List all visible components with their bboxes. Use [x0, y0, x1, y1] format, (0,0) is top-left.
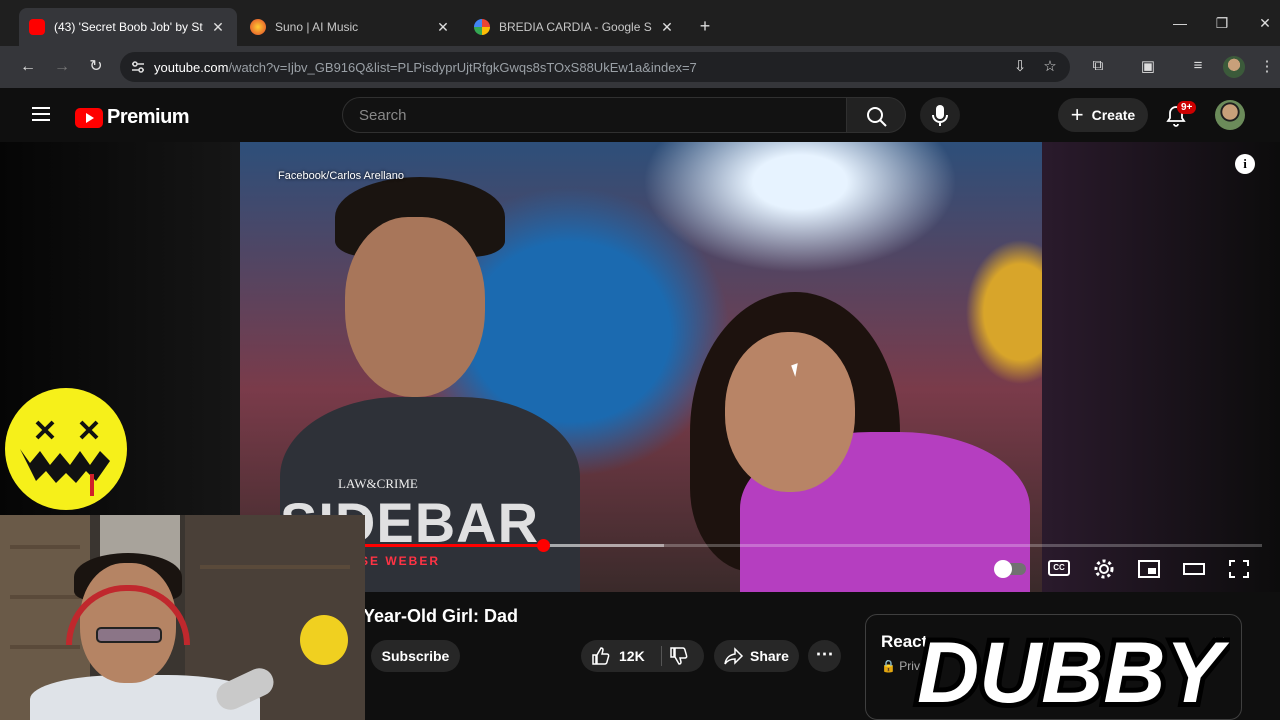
progress-scrubber[interactable]: [536, 539, 550, 552]
minimize-icon[interactable]: —: [1170, 15, 1190, 31]
youtube-logo[interactable]: Premium: [75, 106, 190, 129]
tab-title: (43) 'Secret Boob Job' by Stepd: [54, 20, 203, 34]
tab-youtube[interactable]: (43) 'Secret Boob Job' by Stepd ✕: [19, 8, 237, 46]
more-actions-icon[interactable]: ⋯: [808, 640, 841, 672]
theater-mode-icon[interactable]: [1182, 558, 1206, 580]
close-tab-icon[interactable]: ✕: [658, 19, 676, 36]
player-ambient-right: [1042, 142, 1280, 592]
media-controls-icon[interactable]: ≡: [1188, 57, 1208, 77]
tab-google-search[interactable]: BREDIA CARDIA - Google Search ✕: [464, 8, 686, 46]
suno-favicon-icon: [250, 19, 266, 35]
share-button[interactable]: Share: [714, 640, 799, 672]
fullscreen-icon[interactable]: [1227, 558, 1251, 580]
search-box: [342, 97, 847, 133]
google-favicon-icon: [474, 19, 490, 35]
close-tab-icon[interactable]: ✕: [209, 19, 227, 36]
new-tab-icon[interactable]: +: [695, 16, 715, 37]
youtube-header: Premium + Create 9+: [0, 88, 1280, 142]
back-icon[interactable]: ←: [17, 56, 39, 78]
progress-played: [365, 544, 543, 547]
browser-tab-strip: (43) 'Secret Boob Job' by Stepd ✕ Suno |…: [0, 0, 1280, 50]
plus-icon: +: [1070, 102, 1084, 127]
create-label: Create: [1091, 107, 1136, 123]
video-brand-host: SE WEBER: [360, 554, 441, 568]
progress-bar[interactable]: [365, 539, 1262, 552]
video-title: Year-Old Girl: Dad: [363, 606, 519, 626]
tab-title: BREDIA CARDIA - Google Search: [499, 20, 652, 34]
bookmark-star-icon[interactable]: ☆: [1040, 57, 1060, 77]
share-arrow-icon: [724, 647, 744, 665]
browser-toolbar: ← → ↻ youtube.com/watch?v=Ijbv_GB916Q&li…: [0, 46, 1280, 88]
search-icon: [867, 107, 887, 127]
like-dislike-group: 12K: [581, 640, 704, 672]
restore-icon[interactable]: ❐: [1212, 15, 1232, 32]
account-avatar[interactable]: [1215, 100, 1245, 130]
chrome-menu-icon[interactable]: ⋮: [1257, 57, 1277, 77]
search-input[interactable]: [359, 106, 846, 124]
notification-badge: 9+: [1177, 101, 1197, 114]
url-host: youtube.com: [154, 59, 229, 75]
youtube-favicon-icon: [29, 19, 45, 35]
search-button[interactable]: [846, 97, 906, 133]
url-path: /watch?v=Ijbv_GB916Q&list=PLPisdyprUjtRf…: [228, 59, 697, 75]
extensions-icon[interactable]: ⧉: [1088, 57, 1108, 77]
site-settings-icon[interactable]: [130, 59, 146, 75]
dubby-logo: DUBBY: [912, 620, 1230, 720]
microphone-icon: [932, 105, 948, 126]
reload-icon[interactable]: ↻: [85, 56, 107, 78]
subscribe-button[interactable]: Subscribe: [371, 640, 460, 672]
install-app-icon[interactable]: ⇩: [1010, 57, 1030, 77]
dubby-logo-text: DUBBY: [917, 625, 1229, 720]
tab-title: Suno | AI Music: [275, 20, 359, 34]
webcam-overlay: [0, 515, 365, 720]
video-person-girl: [680, 292, 1030, 592]
close-tab-icon[interactable]: ✕: [434, 19, 452, 36]
webcam-plush-toy: [300, 615, 348, 665]
like-thumb-icon[interactable]: [591, 646, 611, 666]
forward-icon[interactable]: →: [51, 56, 73, 78]
youtube-play-icon: [75, 107, 103, 128]
share-label: Share: [750, 648, 789, 664]
video-credit: Facebook/Carlos Arellano: [278, 170, 404, 182]
smiley-face-sticker-icon: [5, 388, 127, 510]
like-divider: [661, 646, 662, 666]
profile-avatar[interactable]: [1223, 56, 1245, 78]
close-window-icon[interactable]: ✕: [1255, 15, 1275, 32]
logo-text: Premium: [107, 106, 190, 128]
miniplayer-icon[interactable]: [1137, 558, 1161, 580]
tab-suno[interactable]: Suno | AI Music ✕: [240, 8, 462, 46]
menu-icon[interactable]: [32, 107, 50, 121]
address-bar[interactable]: youtube.com/watch?v=Ijbv_GB916Q&list=PLP…: [120, 52, 1070, 82]
info-icon[interactable]: i: [1235, 154, 1255, 174]
settings-gear-icon[interactable]: [1092, 558, 1116, 580]
side-panel-icon[interactable]: ▣: [1138, 57, 1158, 77]
subtitles-cc-icon[interactable]: CC: [1048, 560, 1070, 576]
create-button[interactable]: + Create: [1058, 98, 1148, 132]
autoplay-toggle[interactable]: [994, 560, 1026, 578]
like-count: 12K: [619, 648, 645, 664]
dislike-thumb-icon[interactable]: [669, 646, 689, 666]
voice-search-button[interactable]: [920, 97, 960, 133]
